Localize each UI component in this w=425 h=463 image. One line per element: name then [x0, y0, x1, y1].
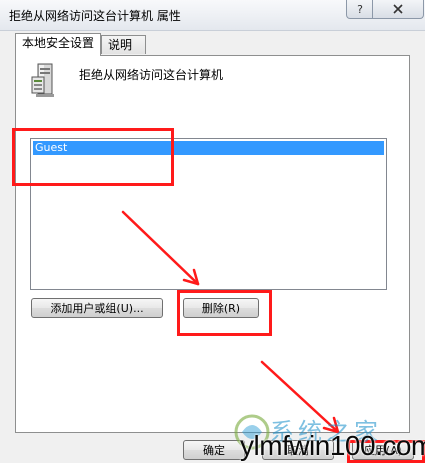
window-title: 拒绝从网络访问这台计算机 属性: [9, 9, 181, 23]
tab-local-security-setting[interactable]: 本地安全设置: [15, 33, 101, 56]
remove-button[interactable]: 删除(R): [183, 298, 259, 318]
add-user-or-group-button[interactable]: 添加用户或组(U)...: [31, 298, 163, 318]
tab-explain[interactable]: 说明: [101, 35, 146, 54]
computer-tower-icon: [31, 63, 54, 97]
help-button[interactable]: ?: [346, 0, 374, 19]
ok-button[interactable]: 确定: [183, 440, 245, 460]
properties-dialog: 拒绝从网络访问这台计算机 属性 ? 本地安全设置 说明 拒绝从网络访问这台计算机…: [0, 0, 425, 463]
policy-name: 拒绝从网络访问这台计算机: [79, 68, 224, 82]
apply-button[interactable]: 应用(A): [352, 440, 414, 460]
list-item[interactable]: Guest: [33, 141, 384, 155]
cancel-button[interactable]: 取消: [262, 440, 334, 460]
title-bar[interactable]: 拒绝从网络访问这台计算机 属性 ?: [0, 0, 425, 31]
help-icon: ?: [357, 2, 363, 16]
close-button[interactable]: [372, 0, 424, 19]
close-icon: [393, 4, 403, 14]
accounts-list[interactable]: Guest: [30, 138, 387, 290]
